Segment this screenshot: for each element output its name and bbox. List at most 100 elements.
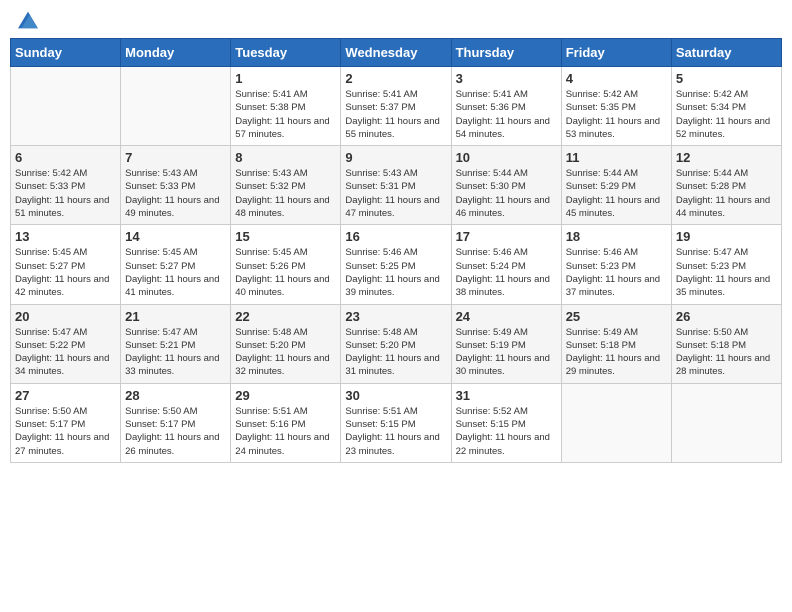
day-info: Sunrise: 5:44 AM Sunset: 5:28 PM Dayligh… xyxy=(676,167,777,220)
day-info: Sunrise: 5:42 AM Sunset: 5:33 PM Dayligh… xyxy=(15,167,116,220)
calendar-week-row: 13 Sunrise: 5:45 AM Sunset: 5:27 PM Dayli… xyxy=(11,225,782,304)
day-info: Sunrise: 5:46 AM Sunset: 5:24 PM Dayligh… xyxy=(456,246,557,299)
day-info: Sunrise: 5:42 AM Sunset: 5:34 PM Dayligh… xyxy=(676,88,777,141)
day-info: Sunrise: 5:42 AM Sunset: 5:35 PM Dayligh… xyxy=(566,88,667,141)
calendar-week-row: 27 Sunrise: 5:50 AM Sunset: 5:17 PM Dayli… xyxy=(11,383,782,462)
calendar-cell: 2 Sunrise: 5:41 AM Sunset: 5:37 PM Daylig… xyxy=(341,67,451,146)
day-number: 22 xyxy=(235,309,336,324)
day-info: Sunrise: 5:41 AM Sunset: 5:38 PM Dayligh… xyxy=(235,88,336,141)
day-info: Sunrise: 5:50 AM Sunset: 5:17 PM Dayligh… xyxy=(125,405,226,458)
calendar-cell: 3 Sunrise: 5:41 AM Sunset: 5:36 PM Daylig… xyxy=(451,67,561,146)
day-number: 18 xyxy=(566,229,667,244)
day-info: Sunrise: 5:45 AM Sunset: 5:27 PM Dayligh… xyxy=(125,246,226,299)
calendar-cell: 27 Sunrise: 5:50 AM Sunset: 5:17 PM Dayli… xyxy=(11,383,121,462)
calendar-table: SundayMondayTuesdayWednesdayThursdayFrid… xyxy=(10,38,782,463)
day-number: 27 xyxy=(15,388,116,403)
calendar-cell: 17Sunrise: 5:46 AM Sunset: 5:24 PM Dayli… xyxy=(451,225,561,304)
day-number: 19 xyxy=(676,229,777,244)
day-info: Sunrise: 5:51 AM Sunset: 5:15 PM Dayligh… xyxy=(345,405,446,458)
day-info: Sunrise: 5:48 AM Sunset: 5:20 PM Dayligh… xyxy=(235,326,336,379)
calendar-cell: 8Sunrise: 5:43 AM Sunset: 5:32 PM Daylig… xyxy=(231,146,341,225)
day-number: 13 xyxy=(15,229,116,244)
day-info: Sunrise: 5:43 AM Sunset: 5:31 PM Dayligh… xyxy=(345,167,446,220)
calendar-cell: 4 Sunrise: 5:42 AM Sunset: 5:35 PM Daylig… xyxy=(561,67,671,146)
day-number: 23 xyxy=(345,309,446,324)
calendar-cell: 18 Sunrise: 5:46 AM Sunset: 5:23 PM Dayli… xyxy=(561,225,671,304)
day-info: Sunrise: 5:44 AM Sunset: 5:30 PM Dayligh… xyxy=(456,167,557,220)
day-number: 11 xyxy=(566,150,667,165)
day-number: 3 xyxy=(456,71,557,86)
calendar-cell: 21 Sunrise: 5:47 AM Sunset: 5:21 PM Dayli… xyxy=(121,304,231,383)
day-number: 10 xyxy=(456,150,557,165)
day-number: 28 xyxy=(125,388,226,403)
day-info: Sunrise: 5:41 AM Sunset: 5:37 PM Dayligh… xyxy=(345,88,446,141)
calendar-cell: 14Sunrise: 5:45 AM Sunset: 5:27 PM Dayli… xyxy=(121,225,231,304)
calendar-cell: 28 Sunrise: 5:50 AM Sunset: 5:17 PM Dayli… xyxy=(121,383,231,462)
calendar-week-row: 20Sunrise: 5:47 AM Sunset: 5:22 PM Dayli… xyxy=(11,304,782,383)
calendar-cell: 30 Sunrise: 5:51 AM Sunset: 5:15 PM Dayli… xyxy=(341,383,451,462)
day-number: 4 xyxy=(566,71,667,86)
calendar-header-row: SundayMondayTuesdayWednesdayThursdayFrid… xyxy=(11,39,782,67)
day-info: Sunrise: 5:47 AM Sunset: 5:23 PM Dayligh… xyxy=(676,246,777,299)
day-info: Sunrise: 5:45 AM Sunset: 5:27 PM Dayligh… xyxy=(15,246,116,299)
day-info: Sunrise: 5:43 AM Sunset: 5:33 PM Dayligh… xyxy=(125,167,226,220)
calendar-cell: 25 Sunrise: 5:49 AM Sunset: 5:18 PM Dayli… xyxy=(561,304,671,383)
column-header-sunday: Sunday xyxy=(11,39,121,67)
day-info: Sunrise: 5:50 AM Sunset: 5:18 PM Dayligh… xyxy=(676,326,777,379)
day-info: Sunrise: 5:41 AM Sunset: 5:36 PM Dayligh… xyxy=(456,88,557,141)
column-header-friday: Friday xyxy=(561,39,671,67)
day-number: 9 xyxy=(345,150,446,165)
calendar-cell: 31 Sunrise: 5:52 AM Sunset: 5:15 PM Dayli… xyxy=(451,383,561,462)
calendar-cell: 9 Sunrise: 5:43 AM Sunset: 5:31 PM Daylig… xyxy=(341,146,451,225)
day-number: 26 xyxy=(676,309,777,324)
day-number: 5 xyxy=(676,71,777,86)
day-info: Sunrise: 5:45 AM Sunset: 5:26 PM Dayligh… xyxy=(235,246,336,299)
day-number: 6 xyxy=(15,150,116,165)
day-number: 12 xyxy=(676,150,777,165)
calendar-cell: 13 Sunrise: 5:45 AM Sunset: 5:27 PM Dayli… xyxy=(11,225,121,304)
day-number: 15 xyxy=(235,229,336,244)
day-info: Sunrise: 5:50 AM Sunset: 5:17 PM Dayligh… xyxy=(15,405,116,458)
calendar-week-row: 6 Sunrise: 5:42 AM Sunset: 5:33 PM Daylig… xyxy=(11,146,782,225)
calendar-cell: 6 Sunrise: 5:42 AM Sunset: 5:33 PM Daylig… xyxy=(11,146,121,225)
calendar-cell: 7 Sunrise: 5:43 AM Sunset: 5:33 PM Daylig… xyxy=(121,146,231,225)
logo xyxy=(14,10,40,30)
column-header-thursday: Thursday xyxy=(451,39,561,67)
calendar-cell: 12 Sunrise: 5:44 AM Sunset: 5:28 PM Dayli… xyxy=(671,146,781,225)
calendar-cell: 20Sunrise: 5:47 AM Sunset: 5:22 PM Dayli… xyxy=(11,304,121,383)
day-number: 29 xyxy=(235,388,336,403)
day-number: 21 xyxy=(125,309,226,324)
calendar-cell: 10 Sunrise: 5:44 AM Sunset: 5:30 PM Dayli… xyxy=(451,146,561,225)
column-header-tuesday: Tuesday xyxy=(231,39,341,67)
day-info: Sunrise: 5:52 AM Sunset: 5:15 PM Dayligh… xyxy=(456,405,557,458)
calendar-cell xyxy=(671,383,781,462)
calendar-week-row: 1 Sunrise: 5:41 AM Sunset: 5:38 PM Daylig… xyxy=(11,67,782,146)
logo-icon xyxy=(18,10,38,30)
day-info: Sunrise: 5:46 AM Sunset: 5:23 PM Dayligh… xyxy=(566,246,667,299)
calendar-cell: 11Sunrise: 5:44 AM Sunset: 5:29 PM Dayli… xyxy=(561,146,671,225)
calendar-cell xyxy=(121,67,231,146)
calendar-cell: 15 Sunrise: 5:45 AM Sunset: 5:26 PM Dayli… xyxy=(231,225,341,304)
day-number: 1 xyxy=(235,71,336,86)
calendar-cell: 23Sunrise: 5:48 AM Sunset: 5:20 PM Dayli… xyxy=(341,304,451,383)
calendar-cell xyxy=(561,383,671,462)
day-info: Sunrise: 5:49 AM Sunset: 5:18 PM Dayligh… xyxy=(566,326,667,379)
day-number: 31 xyxy=(456,388,557,403)
day-number: 7 xyxy=(125,150,226,165)
column-header-monday: Monday xyxy=(121,39,231,67)
day-info: Sunrise: 5:47 AM Sunset: 5:21 PM Dayligh… xyxy=(125,326,226,379)
calendar-cell: 19 Sunrise: 5:47 AM Sunset: 5:23 PM Dayli… xyxy=(671,225,781,304)
day-info: Sunrise: 5:43 AM Sunset: 5:32 PM Dayligh… xyxy=(235,167,336,220)
calendar-cell: 29Sunrise: 5:51 AM Sunset: 5:16 PM Dayli… xyxy=(231,383,341,462)
day-info: Sunrise: 5:46 AM Sunset: 5:25 PM Dayligh… xyxy=(345,246,446,299)
calendar-cell: 24Sunrise: 5:49 AM Sunset: 5:19 PM Dayli… xyxy=(451,304,561,383)
calendar-cell: 5 Sunrise: 5:42 AM Sunset: 5:34 PM Daylig… xyxy=(671,67,781,146)
day-number: 2 xyxy=(345,71,446,86)
calendar-cell: 26 Sunrise: 5:50 AM Sunset: 5:18 PM Dayli… xyxy=(671,304,781,383)
day-number: 20 xyxy=(15,309,116,324)
calendar-cell xyxy=(11,67,121,146)
day-number: 16 xyxy=(345,229,446,244)
day-info: Sunrise: 5:49 AM Sunset: 5:19 PM Dayligh… xyxy=(456,326,557,379)
day-number: 25 xyxy=(566,309,667,324)
day-number: 30 xyxy=(345,388,446,403)
